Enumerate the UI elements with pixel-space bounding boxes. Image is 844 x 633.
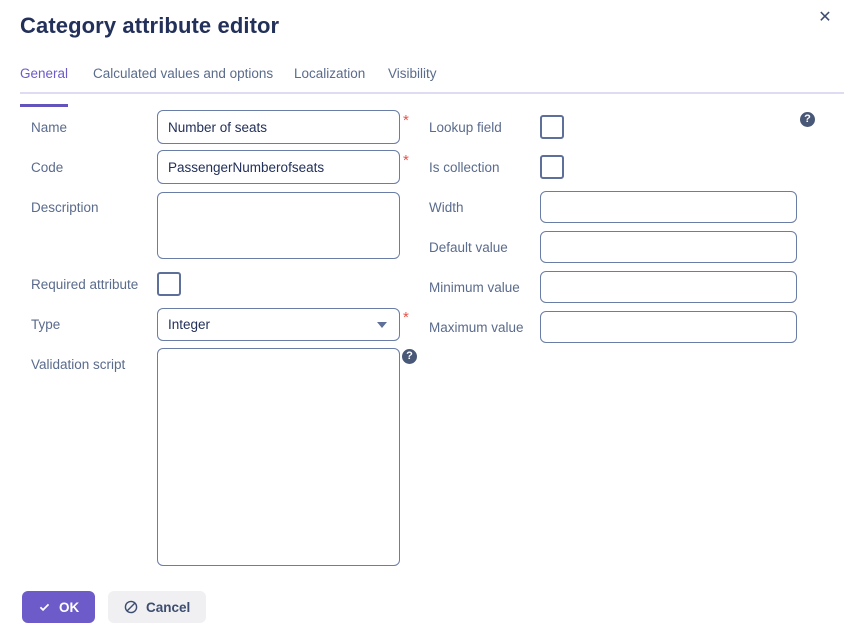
check-icon <box>38 601 51 614</box>
width-input[interactable] <box>540 191 797 223</box>
tab-calculated-values-and-options[interactable]: Calculated values and options <box>93 66 273 89</box>
tab-general[interactable]: General <box>20 66 69 107</box>
page-title: Category attribute editor <box>20 13 280 38</box>
cancel-button-label: Cancel <box>146 599 191 615</box>
tab-visibility[interactable]: Visibility <box>388 66 437 89</box>
ban-icon <box>124 600 138 614</box>
ok-button[interactable]: OK <box>22 591 96 623</box>
lookup-field-help-icon[interactable]: ? <box>800 112 815 127</box>
lookup-field-checkbox[interactable] <box>540 115 564 139</box>
code-label: Code <box>31 160 64 175</box>
name-required-marker: * <box>403 112 409 129</box>
minimum-value-input[interactable] <box>540 271 797 303</box>
code-input[interactable] <box>157 150 400 184</box>
tab-bar: General Calculated values and options Lo… <box>0 66 844 107</box>
default-value-input[interactable] <box>540 231 797 263</box>
required-attribute-checkbox[interactable] <box>157 272 181 296</box>
close-icon[interactable]: ✕ <box>812 5 838 31</box>
tab-underline-divider <box>20 92 844 94</box>
cancel-button[interactable]: Cancel <box>108 591 207 623</box>
validation-script-help-icon[interactable]: ? <box>402 349 417 364</box>
name-input[interactable] <box>157 110 400 144</box>
minimum-value-label: Minimum value <box>429 280 520 295</box>
chevron-down-icon <box>377 321 387 328</box>
lookup-field-label: Lookup field <box>429 120 502 135</box>
validation-script-textarea[interactable] <box>157 348 400 566</box>
maximum-value-label: Maximum value <box>429 320 524 335</box>
required-attribute-label: Required attribute <box>31 277 139 292</box>
validation-script-label: Validation script <box>31 357 126 372</box>
is-collection-label: Is collection <box>429 160 500 175</box>
type-label: Type <box>31 317 61 332</box>
type-required-marker: * <box>403 309 409 326</box>
is-collection-checkbox[interactable] <box>540 155 564 179</box>
name-label: Name <box>31 120 68 135</box>
code-required-marker: * <box>403 152 409 169</box>
type-select[interactable]: Integer <box>157 308 400 341</box>
default-value-label: Default value <box>429 240 508 255</box>
maximum-value-input[interactable] <box>540 311 797 343</box>
description-textarea[interactable] <box>157 192 400 259</box>
tab-localization[interactable]: Localization <box>294 66 365 89</box>
ok-button-label: OK <box>59 599 80 615</box>
description-label: Description <box>31 200 99 215</box>
width-label: Width <box>429 200 464 215</box>
type-select-value: Integer <box>168 317 211 332</box>
